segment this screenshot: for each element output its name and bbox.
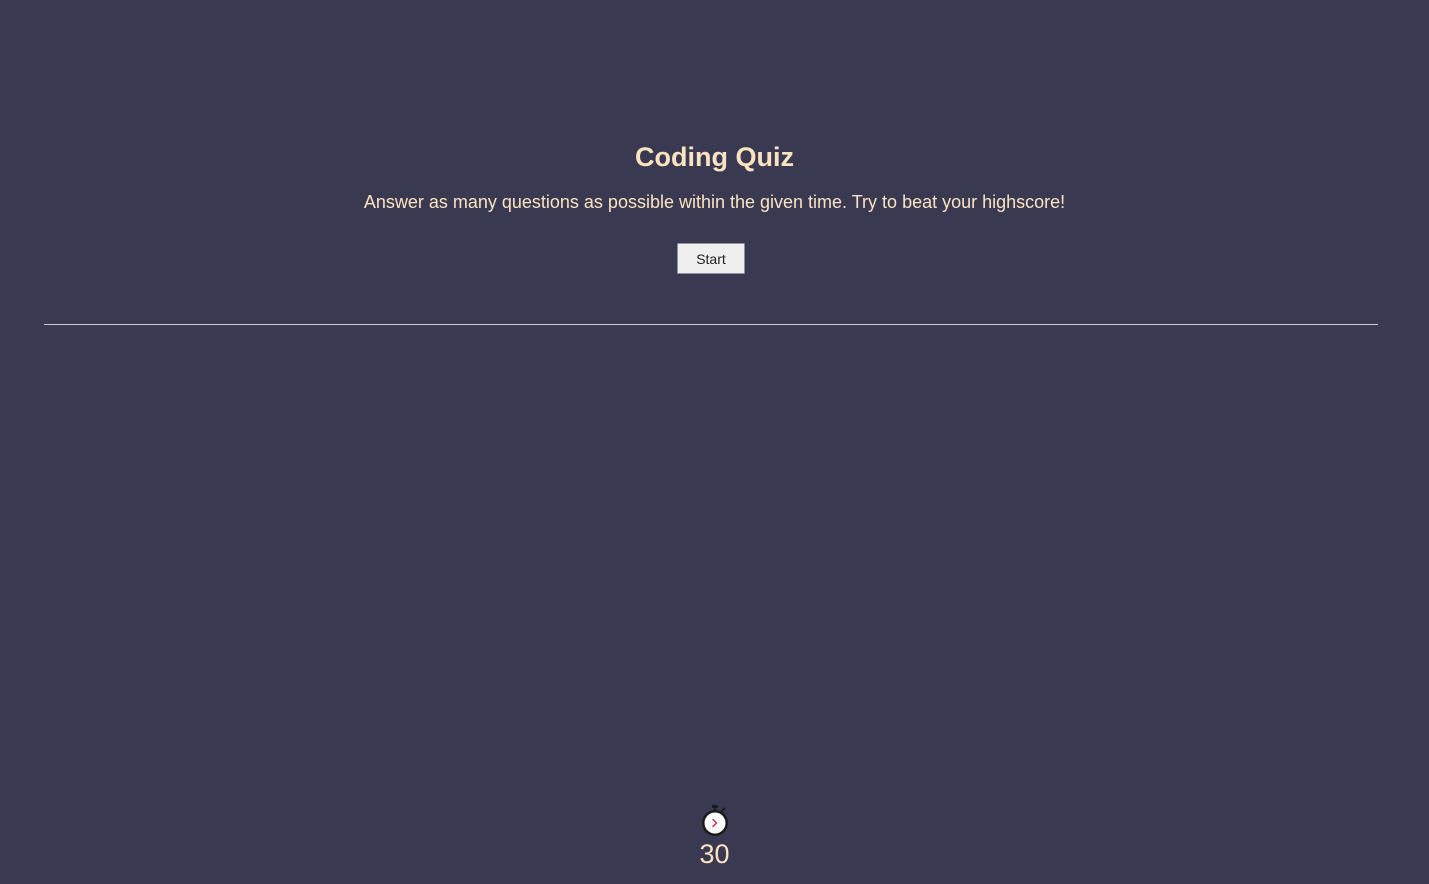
timer: 30 <box>0 804 1429 869</box>
stopwatch-icon <box>701 805 728 836</box>
divider <box>44 324 1378 325</box>
timer-value: 30 <box>699 839 730 869</box>
page-title: Coding Quiz <box>635 142 794 172</box>
quiz-description: Answer as many questions as possible wit… <box>363 192 1066 212</box>
start-button[interactable]: Start <box>677 243 745 274</box>
